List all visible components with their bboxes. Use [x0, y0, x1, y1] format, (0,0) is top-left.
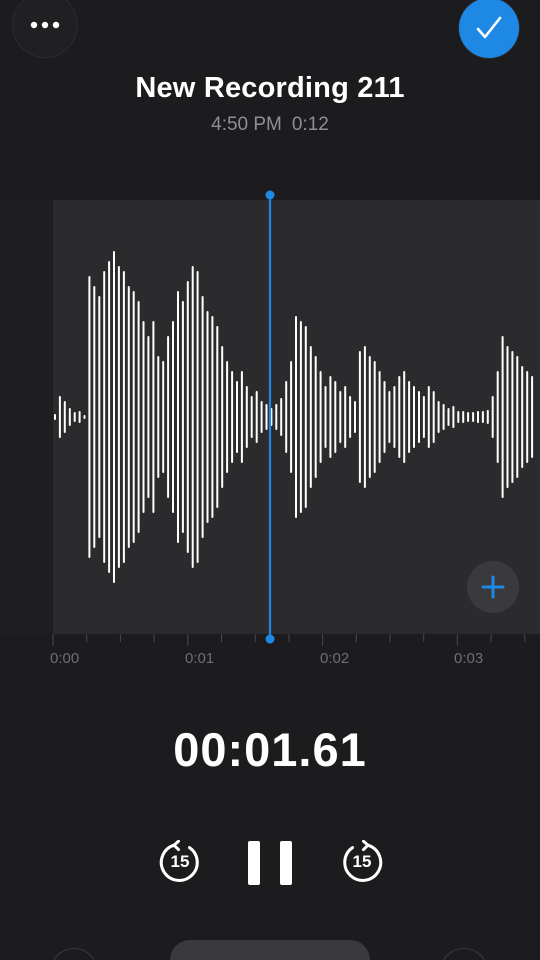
tick-label-1: 0:01: [185, 650, 215, 667]
skip-forward-button[interactable]: 15: [337, 838, 387, 888]
plus-icon: [481, 575, 505, 599]
tick-label-2: 0:02: [320, 650, 350, 667]
skip-forward-seconds: 15: [352, 852, 372, 871]
recording-editor-screen: New Recording 211 4:50 PM 0:12 0:00 0:01 …: [0, 0, 540, 960]
pause-icon: [248, 841, 260, 885]
tick-label-0: 0:00: [50, 650, 80, 667]
tick-label-3: 0:03: [454, 650, 484, 667]
pause-icon: [280, 841, 292, 885]
bottom-action-pill[interactable]: [170, 940, 370, 960]
current-time-readout: 00:01.61: [173, 723, 367, 776]
add-button[interactable]: [467, 561, 519, 613]
waveform-overlay: [52, 190, 534, 646]
pause-button[interactable]: [248, 838, 292, 888]
waveform: [54, 251, 534, 583]
skip-back-seconds: 15: [170, 852, 190, 871]
timeline-ticks: [52, 634, 526, 646]
skip-back-button[interactable]: 15: [155, 838, 205, 888]
